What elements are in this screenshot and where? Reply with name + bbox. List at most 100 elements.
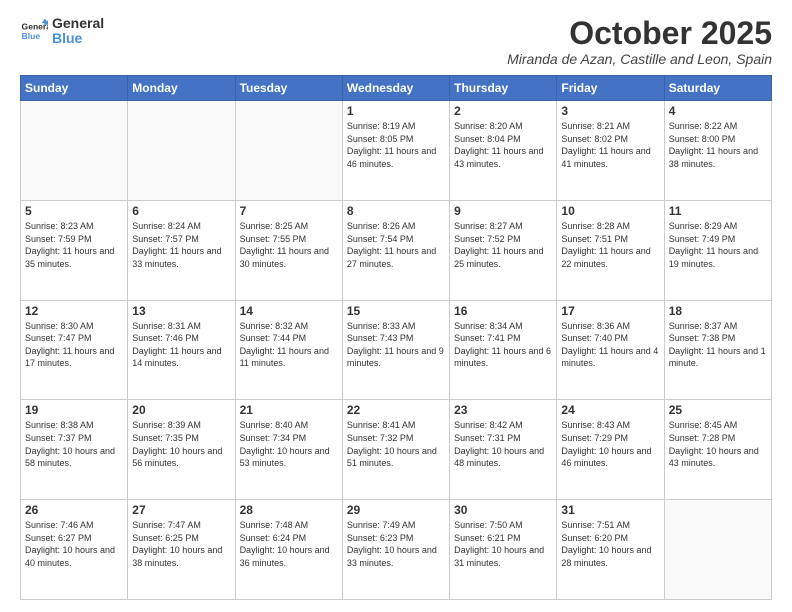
day-number: 4 [669, 104, 767, 118]
day-number: 28 [240, 503, 338, 517]
day-number: 8 [347, 204, 445, 218]
day-info: Sunrise: 7:47 AM Sunset: 6:25 PM Dayligh… [132, 519, 230, 569]
day-info: Sunrise: 8:31 AM Sunset: 7:46 PM Dayligh… [132, 320, 230, 370]
day-info: Sunrise: 8:20 AM Sunset: 8:04 PM Dayligh… [454, 120, 552, 170]
day-number: 29 [347, 503, 445, 517]
day-number: 1 [347, 104, 445, 118]
title-block: October 2025 Miranda de Azan, Castille a… [507, 16, 772, 67]
day-info: Sunrise: 8:39 AM Sunset: 7:35 PM Dayligh… [132, 419, 230, 469]
day-info: Sunrise: 8:37 AM Sunset: 7:38 PM Dayligh… [669, 320, 767, 370]
day-cell-3-0: 19 Sunrise: 8:38 AM Sunset: 7:37 PM Dayli… [21, 400, 128, 500]
day-number: 3 [561, 104, 659, 118]
day-number: 20 [132, 403, 230, 417]
header-row: Sunday Monday Tuesday Wednesday Thursday… [21, 76, 772, 101]
logo-text2: Blue [52, 30, 82, 46]
week-row-1: 1 Sunrise: 8:19 AM Sunset: 8:05 PM Daylig… [21, 101, 772, 201]
day-info: Sunrise: 8:38 AM Sunset: 7:37 PM Dayligh… [25, 419, 123, 469]
day-number: 22 [347, 403, 445, 417]
day-number: 23 [454, 403, 552, 417]
calendar-subtitle: Miranda de Azan, Castille and Leon, Spai… [507, 51, 772, 67]
day-number: 21 [240, 403, 338, 417]
day-number: 16 [454, 304, 552, 318]
day-cell-4-5: 31Sunrise: 7:51 AM Sunset: 6:20 PM Dayli… [557, 500, 664, 600]
day-cell-3-1: 20 Sunrise: 8:39 AM Sunset: 7:35 PM Dayli… [128, 400, 235, 500]
day-info: Sunrise: 8:34 AM Sunset: 7:41 PM Dayligh… [454, 320, 552, 370]
day-info: Sunrise: 8:45 AM Sunset: 7:28 PM Dayligh… [669, 419, 767, 469]
svg-text:Blue: Blue [22, 31, 41, 41]
week-row-5: 26Sunrise: 7:46 AM Sunset: 6:27 PM Dayli… [21, 500, 772, 600]
day-cell-3-4: 23 Sunrise: 8:42 AM Sunset: 7:31 PM Dayli… [450, 400, 557, 500]
week-row-4: 19 Sunrise: 8:38 AM Sunset: 7:37 PM Dayli… [21, 400, 772, 500]
logo-text1: General [52, 16, 104, 31]
day-cell-1-5: 10Sunrise: 8:28 AM Sunset: 7:51 PM Dayli… [557, 200, 664, 300]
day-number: 17 [561, 304, 659, 318]
day-cell-2-5: 17Sunrise: 8:36 AM Sunset: 7:40 PM Dayli… [557, 300, 664, 400]
col-wednesday: Wednesday [342, 76, 449, 101]
col-monday: Monday [128, 76, 235, 101]
day-cell-2-0: 12 Sunrise: 8:30 AM Sunset: 7:47 PM Dayli… [21, 300, 128, 400]
day-cell-1-6: 11Sunrise: 8:29 AM Sunset: 7:49 PM Dayli… [664, 200, 771, 300]
day-number: 7 [240, 204, 338, 218]
day-cell-3-5: 24 Sunrise: 8:43 AM Sunset: 7:29 PM Dayli… [557, 400, 664, 500]
day-info: Sunrise: 7:46 AM Sunset: 6:27 PM Dayligh… [25, 519, 123, 569]
week-row-3: 12 Sunrise: 8:30 AM Sunset: 7:47 PM Dayli… [21, 300, 772, 400]
col-friday: Friday [557, 76, 664, 101]
day-cell-1-3: 8 Sunrise: 8:26 AM Sunset: 7:54 PM Daylig… [342, 200, 449, 300]
day-info: Sunrise: 7:48 AM Sunset: 6:24 PM Dayligh… [240, 519, 338, 569]
day-info: Sunrise: 8:19 AM Sunset: 8:05 PM Dayligh… [347, 120, 445, 170]
day-cell-4-0: 26Sunrise: 7:46 AM Sunset: 6:27 PM Dayli… [21, 500, 128, 600]
day-number: 5 [25, 204, 123, 218]
col-tuesday: Tuesday [235, 76, 342, 101]
day-cell-1-1: 6Sunrise: 8:24 AM Sunset: 7:57 PM Daylig… [128, 200, 235, 300]
day-cell-4-1: 27Sunrise: 7:47 AM Sunset: 6:25 PM Dayli… [128, 500, 235, 600]
day-cell-1-0: 5 Sunrise: 8:23 AM Sunset: 7:59 PM Daylig… [21, 200, 128, 300]
day-number: 6 [132, 204, 230, 218]
day-cell-2-4: 16 Sunrise: 8:34 AM Sunset: 7:41 PM Dayli… [450, 300, 557, 400]
day-number: 10 [561, 204, 659, 218]
day-info: Sunrise: 8:23 AM Sunset: 7:59 PM Dayligh… [25, 220, 123, 270]
day-number: 25 [669, 403, 767, 417]
day-cell-0-3: 1 Sunrise: 8:19 AM Sunset: 8:05 PM Daylig… [342, 101, 449, 201]
day-info: Sunrise: 7:50 AM Sunset: 6:21 PM Dayligh… [454, 519, 552, 569]
day-number: 14 [240, 304, 338, 318]
day-info: Sunrise: 8:22 AM Sunset: 8:00 PM Dayligh… [669, 120, 767, 170]
day-info: Sunrise: 8:26 AM Sunset: 7:54 PM Dayligh… [347, 220, 445, 270]
day-info: Sunrise: 8:25 AM Sunset: 7:55 PM Dayligh… [240, 220, 338, 270]
col-thursday: Thursday [450, 76, 557, 101]
day-number: 24 [561, 403, 659, 417]
col-saturday: Saturday [664, 76, 771, 101]
day-cell-0-0 [21, 101, 128, 201]
day-info: Sunrise: 8:42 AM Sunset: 7:31 PM Dayligh… [454, 419, 552, 469]
logo-text: General Blue [52, 16, 104, 47]
page: General Blue General Blue October 2025 M… [0, 0, 792, 612]
day-info: Sunrise: 8:29 AM Sunset: 7:49 PM Dayligh… [669, 220, 767, 270]
day-cell-0-2 [235, 101, 342, 201]
day-cell-1-4: 9 Sunrise: 8:27 AM Sunset: 7:52 PM Daylig… [450, 200, 557, 300]
day-number: 9 [454, 204, 552, 218]
day-cell-2-3: 15Sunrise: 8:33 AM Sunset: 7:43 PM Dayli… [342, 300, 449, 400]
day-number: 18 [669, 304, 767, 318]
day-info: Sunrise: 8:43 AM Sunset: 7:29 PM Dayligh… [561, 419, 659, 469]
day-info: Sunrise: 8:41 AM Sunset: 7:32 PM Dayligh… [347, 419, 445, 469]
day-number: 13 [132, 304, 230, 318]
day-cell-2-2: 14 Sunrise: 8:32 AM Sunset: 7:44 PM Dayli… [235, 300, 342, 400]
day-number: 12 [25, 304, 123, 318]
day-info: Sunrise: 7:49 AM Sunset: 6:23 PM Dayligh… [347, 519, 445, 569]
day-cell-0-1 [128, 101, 235, 201]
day-number: 19 [25, 403, 123, 417]
day-cell-2-6: 18 Sunrise: 8:37 AM Sunset: 7:38 PM Dayli… [664, 300, 771, 400]
day-info: Sunrise: 8:32 AM Sunset: 7:44 PM Dayligh… [240, 320, 338, 370]
day-number: 2 [454, 104, 552, 118]
day-cell-4-6 [664, 500, 771, 600]
day-info: Sunrise: 7:51 AM Sunset: 6:20 PM Dayligh… [561, 519, 659, 569]
header: General Blue General Blue October 2025 M… [20, 16, 772, 67]
day-info: Sunrise: 8:33 AM Sunset: 7:43 PM Dayligh… [347, 320, 445, 370]
day-cell-3-2: 21 Sunrise: 8:40 AM Sunset: 7:34 PM Dayli… [235, 400, 342, 500]
day-info: Sunrise: 8:21 AM Sunset: 8:02 PM Dayligh… [561, 120, 659, 170]
day-cell-4-4: 30Sunrise: 7:50 AM Sunset: 6:21 PM Dayli… [450, 500, 557, 600]
day-info: Sunrise: 8:30 AM Sunset: 7:47 PM Dayligh… [25, 320, 123, 370]
day-info: Sunrise: 8:27 AM Sunset: 7:52 PM Dayligh… [454, 220, 552, 270]
day-info: Sunrise: 8:40 AM Sunset: 7:34 PM Dayligh… [240, 419, 338, 469]
week-row-2: 5 Sunrise: 8:23 AM Sunset: 7:59 PM Daylig… [21, 200, 772, 300]
logo-icon: General Blue [20, 17, 48, 45]
